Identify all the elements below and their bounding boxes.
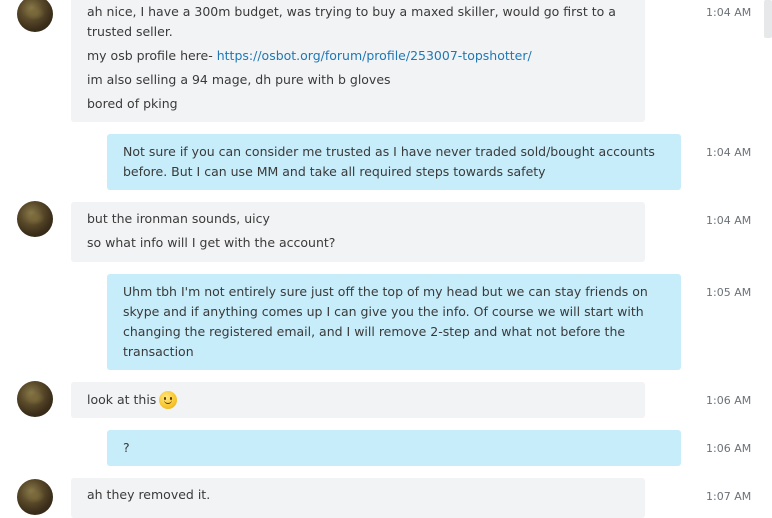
message-text: look at this [87,392,157,407]
message-text: changing the registered email, and I wil… [123,324,626,339]
message-text: Not sure if you can consider me trusted … [123,144,655,159]
profile-link[interactable]: https://osbot.org/forum/profile/253007-t… [217,48,532,63]
incoming-message-bubble: but the ironman sounds, uicy so what inf… [71,202,645,262]
message-timestamp: 1:04 AM [706,146,752,159]
message-text: my osb profile here- [87,48,217,63]
contact-avatar[interactable] [17,381,53,417]
scrollbar-thumb[interactable] [764,0,772,38]
smile-emoticon-icon [159,390,178,409]
message-text: trusted seller. [87,24,173,39]
message-timestamp: 1:04 AM [706,6,752,19]
message-text: skype and if anything comes up I can giv… [123,304,644,319]
message-timestamp: 1:04 AM [706,214,752,227]
message-timestamp: 1:05 AM [706,286,752,299]
outgoing-message-bubble: Uhm tbh I'm not entirely sure just off t… [107,274,681,370]
message-text: look at this [87,390,629,410]
message-timestamp: 1:06 AM [706,394,752,407]
message-text: before. But I can use MM and take all re… [123,164,546,179]
message-text: but the ironman sounds, uicy [87,211,270,226]
message-timestamp: 1:07 AM [706,490,752,503]
incoming-message-bubble: ah nice, I have a 300m budget, was tryin… [71,0,645,122]
incoming-message-bubble: ah they removed it. [71,478,645,518]
contact-avatar[interactable] [17,0,53,32]
outgoing-message-bubble: ? [107,430,681,466]
message-text: so what info will I get with the account… [87,235,336,250]
message-text: ah nice, I have a 300m budget, was tryin… [87,4,616,19]
outgoing-message-bubble: Not sure if you can consider me trusted … [107,134,681,190]
message-text: transaction [123,344,194,359]
message-text: my osb profile here- https://osbot.org/f… [87,46,629,66]
message-text: im also selling a 94 mage, dh pure with … [87,72,391,87]
message-text: ? [123,440,130,455]
contact-avatar[interactable] [17,201,53,237]
incoming-message-bubble: look at this [71,382,645,418]
message-text: ah they removed it. [87,487,211,502]
message-text: bored of pking [87,96,178,111]
message-timestamp: 1:06 AM [706,442,752,455]
message-text: Uhm tbh I'm not entirely sure just off t… [123,284,648,299]
contact-avatar[interactable] [17,479,53,515]
